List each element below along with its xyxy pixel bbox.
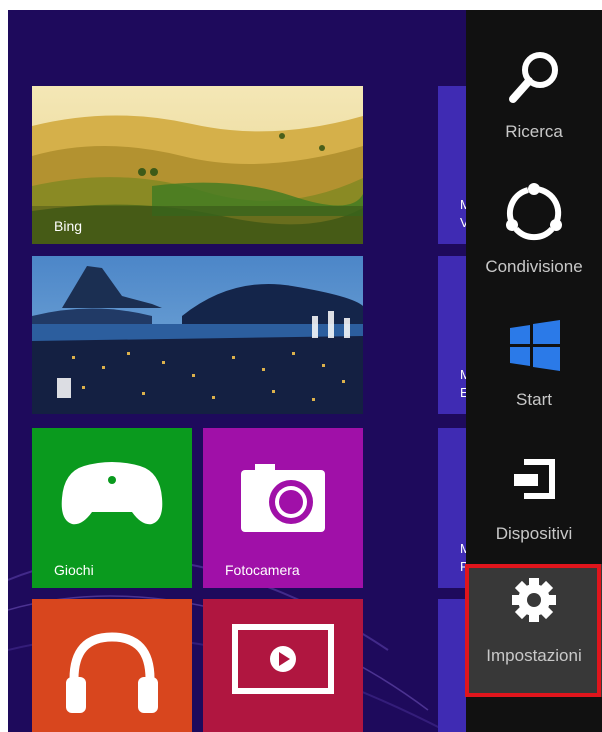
share-charm-label: Condivisione <box>485 257 583 276</box>
peek-tile-4[interactable] <box>438 599 468 732</box>
share-icon <box>506 183 562 241</box>
start-charm-label: Start <box>516 390 552 409</box>
bing-tile[interactable]: Bing <box>32 86 363 244</box>
charms-bar: Ricerca Condivisione Start Dispositivi I… <box>466 10 602 732</box>
search-charm-label: Ricerca <box>505 122 563 141</box>
settings-charm-label: Impostazioni <box>486 646 582 665</box>
music-tile[interactable] <box>32 599 192 732</box>
search-charm[interactable]: Ricerca <box>466 40 602 173</box>
share-charm[interactable]: Condivisione <box>466 175 602 308</box>
camera-tile-label: Fotocamera <box>225 562 300 578</box>
video-tile[interactable] <box>203 599 363 732</box>
settings-charm[interactable]: Impostazioni <box>466 564 602 697</box>
search-icon <box>509 52 558 103</box>
camera-tile[interactable]: Fotocamera <box>203 428 363 588</box>
peek-tile-3[interactable]: M P <box>438 428 468 588</box>
games-tile[interactable]: Giochi <box>32 428 192 588</box>
gear-icon <box>512 578 556 622</box>
bing-tile-label: Bing <box>54 218 83 234</box>
headphones-icon <box>66 632 158 713</box>
city-bay-photo <box>32 256 363 414</box>
devices-charm[interactable]: Dispositivi <box>466 442 602 575</box>
windows-logo-icon <box>510 320 560 371</box>
photo-tile[interactable] <box>32 256 363 414</box>
devices-icon <box>514 459 555 499</box>
games-tile-label: Giochi <box>54 562 94 578</box>
video-player-icon <box>232 624 334 694</box>
peek-tile-1[interactable]: M V <box>438 86 468 244</box>
peek-tile-2[interactable]: M E <box>438 256 468 414</box>
start-charm[interactable]: Start <box>466 308 602 441</box>
devices-charm-label: Dispositivi <box>495 524 573 543</box>
